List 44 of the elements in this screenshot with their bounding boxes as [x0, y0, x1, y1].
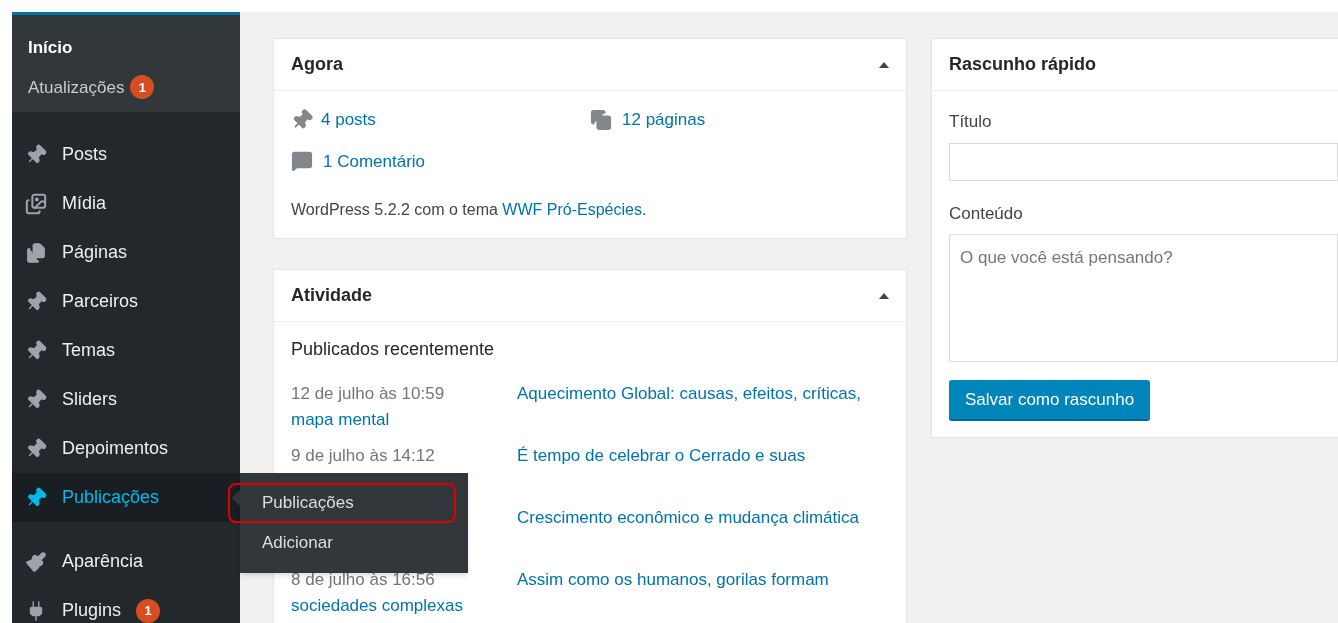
- sidebar-item[interactable]: Temas: [12, 326, 240, 375]
- save-draft-button[interactable]: Salvar como rascunho: [949, 380, 1151, 421]
- sidebar-item[interactable]: Depoimentos: [12, 424, 240, 473]
- post-title-link[interactable]: mapa mental: [291, 407, 517, 433]
- post-date: 9 de julho às 14:12: [291, 445, 436, 467]
- count-badge: 1: [130, 75, 155, 100]
- field-label: Título: [949, 111, 993, 133]
- card-title: Agora: [291, 53, 343, 76]
- collapse-arrow-icon[interactable]: [879, 61, 889, 68]
- collapse-arrow-icon[interactable]: [879, 292, 889, 299]
- home-link[interactable]: Início: [28, 35, 224, 61]
- section-heading: Publicados recentemente: [291, 339, 495, 359]
- count-badge: 1: [136, 598, 161, 623]
- comments-count-link[interactable]: 1 Comentário: [323, 148, 426, 174]
- card-title: Atividade: [291, 284, 373, 307]
- sidebar-item[interactable]: Publicações: [12, 473, 240, 522]
- sidebar-item[interactable]: Posts: [12, 130, 240, 179]
- sidebar-item[interactable]: Parceiros: [12, 277, 240, 326]
- version-text: WordPress 5.2.2 com o tema WWF Pró-Espécies.: [291, 200, 648, 220]
- pages-icon: [25, 241, 47, 264]
- field-label: Conteúdo: [949, 202, 1024, 225]
- sidebar-item[interactable]: Mídia: [12, 179, 240, 228]
- pages-count-link[interactable]: 12 páginas: [622, 107, 706, 133]
- posts-count-link[interactable]: 4 posts: [321, 107, 376, 133]
- sidebar-item[interactable]: Sliders: [12, 375, 240, 424]
- sidebar-item[interactable]: Plugins 1: [12, 586, 240, 623]
- card-title: Rascunho rápido: [949, 53, 1096, 76]
- sidebar-item[interactable]: Páginas: [12, 228, 240, 277]
- post-title-link[interactable]: É tempo de celebrar o Cerrado e suas: [517, 443, 889, 495]
- flyout-menu-item[interactable]: Publicações: [228, 483, 456, 523]
- title-input-field[interactable]: [949, 142, 1338, 181]
- post-title-link[interactable]: Crescimento econômico e mudança climática: [517, 505, 889, 557]
- updates-link[interactable]: Atualizações: [28, 74, 125, 100]
- comment-icon: [291, 150, 313, 173]
- post-date: 12 de julho às 10:59: [291, 383, 446, 405]
- content-text-area[interactable]: O que você está pensando?: [949, 234, 1338, 362]
- post-title-link[interactable]: sociedades complexas: [291, 593, 517, 619]
- post-date: 8 de julho às 16:56: [291, 569, 436, 591]
- pages-icon: [590, 108, 612, 131]
- media-icon: [25, 192, 47, 215]
- post-title-link[interactable]: Aquecimento Global: causas, efeitos, críticas,: [517, 381, 889, 433]
- theme-link[interactable]: WWF Pró-Espécies: [502, 201, 642, 218]
- paintbrush-icon: [25, 550, 47, 573]
- post-title-link[interactable]: Assim como os humanos, gorilas formam: [517, 567, 889, 619]
